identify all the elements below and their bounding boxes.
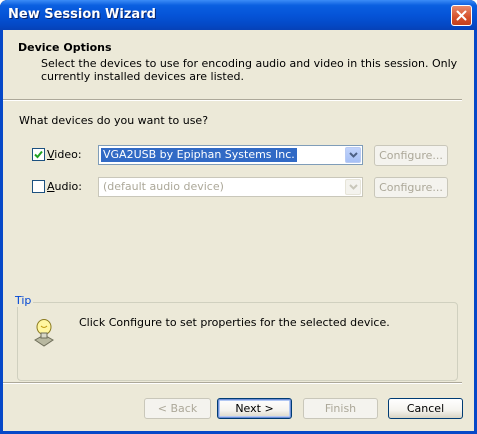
audio-device-value: (default audio device) (103, 180, 224, 193)
video-configure-button[interactable]: Configure... (374, 145, 448, 166)
audio-dropdown-button[interactable] (345, 179, 361, 195)
audio-device-select[interactable]: (default audio device) (98, 177, 363, 197)
wizard-header: Device Options Select the devices to use… (3, 30, 474, 98)
footer-divider (3, 382, 462, 384)
chevron-down-icon (348, 184, 358, 190)
checkmark-icon (34, 150, 43, 159)
audio-checkbox[interactable] (32, 180, 45, 193)
close-button[interactable] (451, 5, 472, 26)
video-device-select[interactable]: VGA2USB by Epiphan Systems Inc. (98, 145, 363, 165)
video-checkbox[interactable] (32, 148, 45, 161)
tip-text: Click Configure to set properties for th… (79, 316, 390, 329)
finish-button[interactable]: Finish (303, 398, 378, 419)
wizard-window: New Session Wizard Device Options Select… (0, 0, 477, 434)
chevron-down-icon (348, 152, 358, 158)
close-icon (456, 10, 467, 21)
audio-configure-button[interactable]: Configure... (374, 177, 448, 198)
audio-label[interactable]: Audio: (47, 180, 82, 193)
header-divider (3, 99, 462, 101)
cancel-button[interactable]: Cancel (388, 398, 463, 419)
wizard-client-area: Device Options Select the devices to use… (3, 30, 474, 431)
page-description: Select the devices to use for encoding a… (41, 57, 458, 83)
video-label[interactable]: Video: (47, 148, 82, 161)
next-button[interactable]: Next > (217, 398, 292, 419)
page-title: Device Options (18, 41, 112, 54)
back-button[interactable]: < Back (144, 398, 211, 419)
tip-group (17, 302, 458, 381)
window-title: New Session Wizard (8, 7, 156, 22)
lightbulb-icon (34, 319, 54, 347)
tip-legend: Tip (13, 294, 34, 307)
video-dropdown-button[interactable] (345, 147, 361, 163)
devices-question: What devices do you want to use? (19, 114, 209, 127)
video-device-value: VGA2USB by Epiphan Systems Inc. (101, 148, 297, 162)
title-bar[interactable]: New Session Wizard (0, 0, 477, 30)
